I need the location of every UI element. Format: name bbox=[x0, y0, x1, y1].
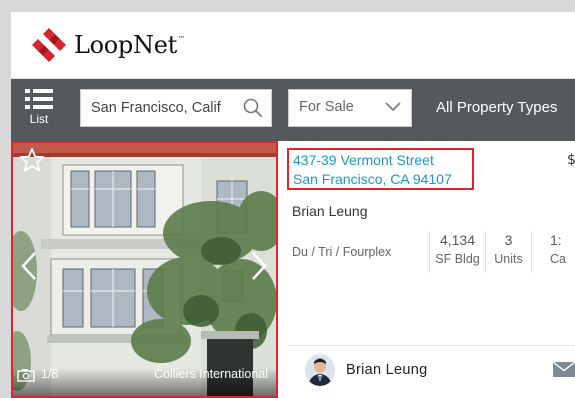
list-view-button[interactable]: List bbox=[24, 88, 54, 132]
property-type-label: Du / Tri / Fourplex bbox=[292, 245, 392, 259]
price-fragment: $ bbox=[567, 152, 575, 168]
listing-type-value: For Sale bbox=[299, 99, 354, 115]
previous-photo-icon[interactable] bbox=[19, 251, 39, 281]
building-illustration bbox=[11, 141, 278, 398]
listing-address-link[interactable]: 437-39 Vermont Street San Francisco, CA … bbox=[287, 148, 474, 190]
listing-type-select[interactable]: For Sale bbox=[288, 89, 412, 127]
outer-frame: LoopNet™ List For Sale bbox=[0, 0, 575, 398]
person-photo-icon bbox=[305, 354, 335, 386]
location-search-input[interactable] bbox=[91, 90, 241, 126]
property-types-filter[interactable]: All Property Types bbox=[436, 99, 557, 116]
stat-building-size: 4,134 SF Bldg bbox=[429, 231, 485, 273]
location-search[interactable] bbox=[80, 89, 272, 127]
search-toolbar: List For Sale All Property Types bbox=[11, 79, 575, 141]
photo-credit: Colliers International bbox=[154, 367, 268, 381]
favorite-star-icon[interactable] bbox=[19, 147, 45, 173]
search-icon[interactable] bbox=[243, 98, 263, 118]
camera-icon bbox=[17, 369, 35, 382]
chevron-down-icon bbox=[385, 102, 401, 112]
listing-photo[interactable]: 1/8 Colliers International bbox=[11, 141, 278, 398]
list-icon bbox=[25, 89, 53, 109]
logo-text: LoopNet™ bbox=[74, 31, 185, 59]
address-street[interactable]: 437-39 Vermont Street bbox=[293, 151, 468, 170]
photo-count: 1/8 bbox=[41, 367, 59, 381]
contact-broker-name[interactable]: Brian Leung bbox=[346, 362, 428, 378]
broker-avatar bbox=[305, 354, 335, 386]
mail-icon[interactable] bbox=[553, 362, 575, 377]
next-photo-icon[interactable] bbox=[249, 251, 269, 281]
broker-name[interactable]: Brian Leung bbox=[292, 203, 368, 219]
header: LoopNet™ bbox=[11, 12, 575, 79]
stat-units: 3 Units bbox=[485, 231, 531, 273]
page: LoopNet™ List For Sale bbox=[11, 12, 575, 398]
loopnet-logo-icon bbox=[32, 28, 66, 62]
loopnet-logo[interactable]: LoopNet™ bbox=[32, 25, 185, 65]
list-label: List bbox=[29, 112, 49, 126]
address-city[interactable]: San Francisco, CA 94107 bbox=[293, 170, 468, 189]
contact-bar: Brian Leung bbox=[287, 345, 575, 398]
stat-cap-rate: 1: Ca bbox=[531, 231, 575, 273]
